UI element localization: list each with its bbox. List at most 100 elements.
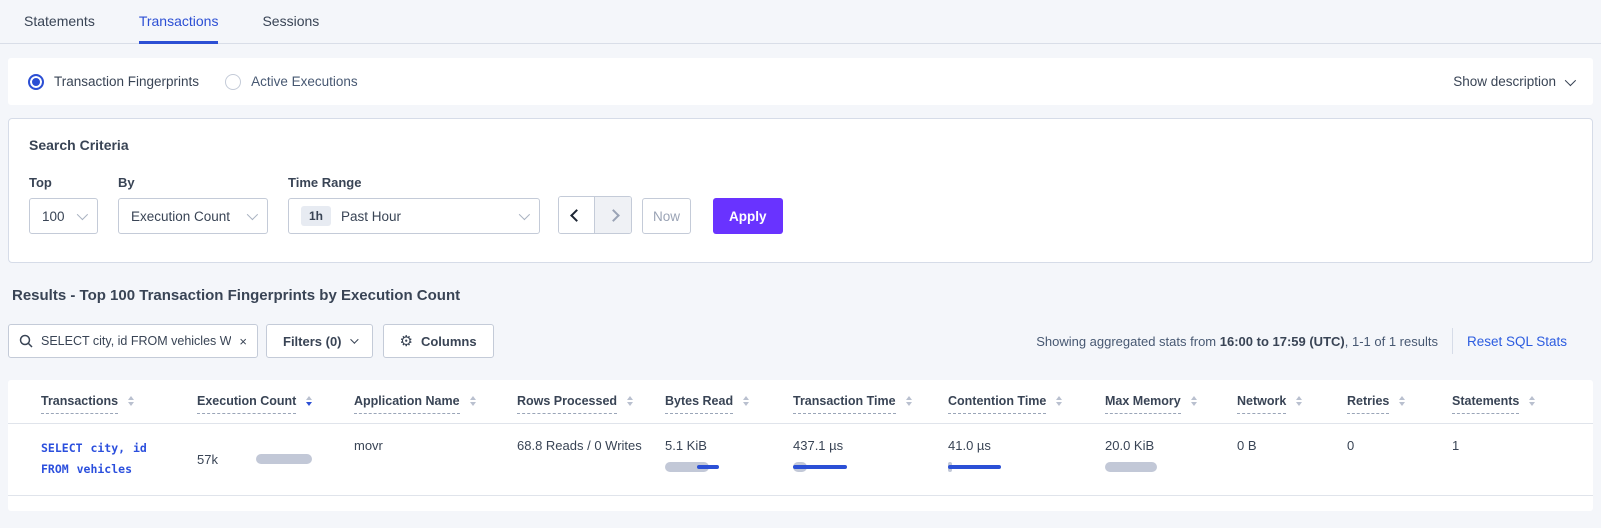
sort-toggle[interactable] bbox=[1056, 396, 1062, 406]
chevron-down-icon bbox=[247, 209, 258, 220]
aggregated-stats-text: Showing aggregated stats from 16:00 to 1… bbox=[1036, 334, 1438, 349]
cell-execution-count: 57k bbox=[197, 438, 354, 481]
show-description-toggle[interactable]: Show description bbox=[1453, 74, 1573, 89]
time-range-select[interactable]: 1h Past Hour bbox=[288, 198, 540, 234]
col-header-label[interactable]: Statements bbox=[1452, 394, 1519, 414]
radio-unselected-icon bbox=[225, 74, 241, 90]
chevron-down-icon bbox=[77, 209, 88, 220]
cell-transaction: SELECT city, id FROM vehicles bbox=[41, 438, 197, 481]
table-header-row: Transactions Execution Count Application… bbox=[8, 380, 1593, 424]
col-header-bytes-read: Bytes Read bbox=[665, 394, 793, 414]
chevron-down-icon bbox=[1565, 74, 1576, 85]
execution-count-value: 57k bbox=[197, 452, 218, 467]
time-next-button[interactable] bbox=[595, 197, 631, 233]
time-prev-button[interactable] bbox=[559, 197, 595, 233]
col-header-label[interactable]: Retries bbox=[1347, 394, 1389, 414]
sort-toggle[interactable] bbox=[906, 396, 912, 406]
sort-toggle[interactable] bbox=[1296, 396, 1302, 406]
radio-selected-icon bbox=[28, 74, 44, 90]
time-range-badge: 1h bbox=[301, 206, 331, 226]
col-header-label[interactable]: Transaction Time bbox=[793, 394, 896, 414]
results-heading: Results - Top 100 Transaction Fingerprin… bbox=[12, 287, 1601, 304]
cell-contention-time: 41.0 µs bbox=[948, 438, 1105, 481]
time-range-field: Time Range 1h Past Hour bbox=[288, 175, 540, 234]
filters-button[interactable]: Filters (0) bbox=[266, 324, 373, 358]
cell-bytes-read: 5.1 KiB bbox=[665, 438, 793, 481]
sort-toggle-active-desc[interactable] bbox=[306, 396, 312, 406]
col-header-execution-count: Execution Count bbox=[197, 394, 354, 414]
col-header-label[interactable]: Application Name bbox=[354, 394, 460, 414]
view-toggle-bar: Transaction Fingerprints Active Executio… bbox=[8, 58, 1593, 105]
sql-search-box: × bbox=[8, 324, 258, 358]
max-memory-value: 20.0 KiB bbox=[1105, 438, 1227, 453]
columns-button[interactable]: ⚙ Columns bbox=[383, 324, 494, 358]
search-criteria-card: Search Criteria Top 100 By Execution Cou… bbox=[8, 118, 1593, 263]
tab-statements[interactable]: Statements bbox=[24, 0, 95, 44]
col-header-rows-processed: Rows Processed bbox=[517, 394, 665, 414]
bytes-read-bar bbox=[665, 462, 783, 472]
vertical-divider bbox=[1452, 328, 1453, 354]
contention-time-value: 41.0 µs bbox=[948, 438, 1095, 453]
bar-gray bbox=[1105, 462, 1157, 472]
sort-toggle[interactable] bbox=[1399, 396, 1405, 406]
bar-blue bbox=[697, 465, 719, 469]
time-range-label: Time Range bbox=[288, 175, 540, 190]
contention-time-bar bbox=[948, 462, 1095, 472]
max-memory-bar bbox=[1105, 462, 1227, 472]
transaction-fingerprint-link[interactable]: SELECT city, id FROM vehicles bbox=[41, 438, 163, 481]
top-select[interactable]: 100 bbox=[29, 198, 98, 234]
chevron-right-icon bbox=[607, 209, 620, 222]
bytes-read-value: 5.1 KiB bbox=[665, 438, 783, 453]
columns-label: Columns bbox=[421, 334, 477, 349]
now-button[interactable]: Now bbox=[642, 198, 691, 234]
sort-toggle[interactable] bbox=[743, 396, 749, 406]
time-range-value-group: 1h Past Hour bbox=[301, 206, 401, 226]
apply-button[interactable]: Apply bbox=[713, 198, 783, 234]
radio-label: Transaction Fingerprints bbox=[54, 74, 199, 89]
cell-network: 0 B bbox=[1237, 438, 1347, 481]
search-criteria-controls: Top 100 By Execution Count Time Range 1h… bbox=[29, 175, 1572, 234]
stats-prefix: Showing aggregated stats from bbox=[1036, 334, 1220, 349]
stats-suffix: , 1-1 of 1 results bbox=[1345, 334, 1438, 349]
tab-sessions[interactable]: Sessions bbox=[262, 0, 319, 44]
col-header-application-name: Application Name bbox=[354, 394, 517, 414]
show-description-label: Show description bbox=[1453, 74, 1556, 89]
reset-sql-stats-link[interactable]: Reset SQL Stats bbox=[1467, 334, 1593, 349]
sort-toggle[interactable] bbox=[627, 396, 633, 406]
col-header-label[interactable]: Execution Count bbox=[197, 394, 296, 414]
clear-search-icon[interactable]: × bbox=[239, 335, 247, 348]
col-header-statements: Statements bbox=[1452, 394, 1593, 414]
radio-transaction-fingerprints[interactable]: Transaction Fingerprints bbox=[28, 74, 199, 90]
col-header-label[interactable]: Contention Time bbox=[948, 394, 1046, 414]
col-header-contention-time: Contention Time bbox=[948, 394, 1105, 414]
col-header-label[interactable]: Network bbox=[1237, 394, 1286, 414]
top-field: Top 100 bbox=[29, 175, 98, 234]
top-label: Top bbox=[29, 175, 98, 190]
transaction-time-bar bbox=[793, 462, 938, 472]
time-range-value: Past Hour bbox=[341, 209, 401, 224]
col-header-label[interactable]: Max Memory bbox=[1105, 394, 1181, 414]
sort-toggle[interactable] bbox=[470, 396, 476, 406]
tab-transactions[interactable]: Transactions bbox=[139, 0, 219, 44]
col-header-label[interactable]: Transactions bbox=[41, 394, 118, 414]
by-select[interactable]: Execution Count bbox=[118, 198, 268, 234]
search-input[interactable] bbox=[41, 334, 231, 348]
by-label: By bbox=[118, 175, 268, 190]
table-row: SELECT city, id FROM vehicles 57k movr 6… bbox=[8, 424, 1593, 496]
time-nav-group bbox=[558, 196, 632, 234]
chevron-left-icon bbox=[570, 209, 583, 222]
cell-rows-processed: 68.8 Reads / 0 Writes bbox=[517, 438, 665, 481]
col-header-network: Network bbox=[1237, 394, 1347, 414]
bar-gray bbox=[256, 454, 312, 464]
sort-toggle[interactable] bbox=[1529, 396, 1535, 406]
col-header-max-memory: Max Memory bbox=[1105, 394, 1237, 414]
sort-toggle[interactable] bbox=[1191, 396, 1197, 406]
radio-label: Active Executions bbox=[251, 74, 358, 89]
sort-toggle[interactable] bbox=[128, 396, 134, 406]
bar-blue bbox=[948, 465, 1001, 469]
col-header-label[interactable]: Rows Processed bbox=[517, 394, 617, 414]
radio-active-executions[interactable]: Active Executions bbox=[225, 74, 358, 90]
col-header-label[interactable]: Bytes Read bbox=[665, 394, 733, 414]
by-field: By Execution Count bbox=[118, 175, 268, 234]
col-header-transaction-time: Transaction Time bbox=[793, 394, 948, 414]
